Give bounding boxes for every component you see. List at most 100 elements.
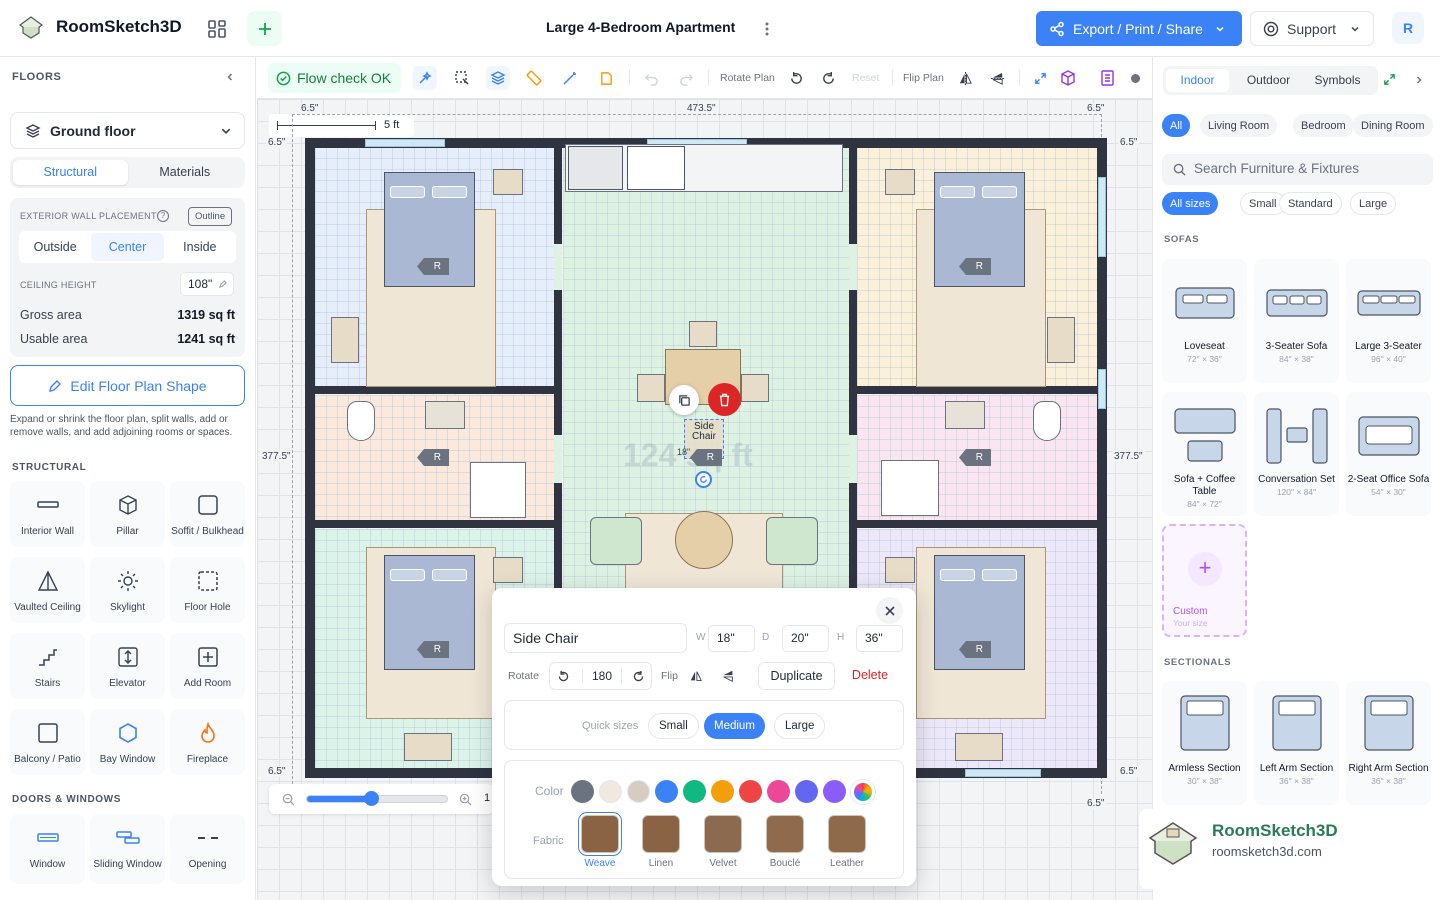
furniture-search[interactable]: Search Furniture & Fixtures [1162, 154, 1433, 185]
door-opening[interactable] [849, 435, 857, 483]
reset-button[interactable]: Reset [852, 72, 879, 84]
furniture-name-input[interactable]: Side Chair [504, 623, 687, 653]
fabric-leather[interactable] [828, 815, 866, 853]
report-button[interactable] [1095, 66, 1119, 90]
tab-outdoor[interactable]: Outdoor [1236, 69, 1301, 92]
delete-handle[interactable] [708, 383, 741, 416]
select-button[interactable] [450, 66, 474, 90]
color-swatch[interactable] [599, 780, 622, 803]
size-filter-all[interactable]: All sizes [1162, 192, 1219, 215]
door-opening[interactable] [849, 244, 857, 292]
sofa-card[interactable]: 2-Seat Office Sofa 54" × 30" [1346, 392, 1431, 516]
size-medium-button[interactable]: Medium [704, 713, 765, 739]
sofa-card[interactable]: Conversation Set 120" × 84" [1254, 392, 1339, 516]
redo-button[interactable] [674, 66, 698, 90]
zoom-slider[interactable] [306, 791, 448, 806]
depth-input[interactable]: 20" [782, 625, 829, 652]
width-input[interactable]: 18" [708, 625, 755, 652]
tool-vaulted-ceiling[interactable]: Vaulted Ceiling [10, 557, 85, 623]
placement-outside[interactable]: Outside [19, 240, 91, 254]
sofa-card[interactable]: Loveseat 72" × 36" [1162, 259, 1247, 383]
color-swatch[interactable] [571, 780, 594, 803]
rotate-value[interactable]: 180 [582, 669, 622, 683]
measure-button[interactable] [522, 66, 546, 90]
tool-bay-window[interactable]: Bay Window [90, 709, 165, 775]
nightstand[interactable] [885, 169, 915, 195]
sectional-card[interactable]: Armless Section 30" × 38" [1162, 681, 1247, 805]
shower[interactable] [881, 460, 939, 516]
tool-stairs[interactable]: Stairs [10, 633, 85, 699]
user-avatar[interactable]: R [1392, 12, 1424, 44]
tool-add-room[interactable]: Add Room [170, 633, 245, 699]
nightstand[interactable] [493, 169, 523, 195]
stove[interactable] [627, 146, 685, 190]
fabric-linen[interactable] [642, 815, 680, 853]
flip-vertical-button[interactable] [985, 66, 1009, 90]
flow-check-badge[interactable]: Flow check OK [268, 63, 401, 93]
zoom-slider-thumb[interactable] [364, 791, 380, 806]
outline-badge[interactable]: Outline [188, 207, 233, 226]
ceiling-height-input[interactable]: 108" [180, 272, 234, 296]
app-logo[interactable]: RoomSketch3D [18, 14, 182, 40]
color-swatch[interactable] [823, 780, 846, 803]
fabric-weave[interactable] [581, 815, 619, 853]
interior-wall[interactable] [857, 520, 1097, 528]
dashboard-button[interactable] [205, 17, 229, 41]
zoom-out-icon[interactable] [282, 793, 295, 806]
dresser[interactable] [1047, 317, 1075, 363]
undo-button[interactable] [639, 66, 663, 90]
delete-button[interactable]: Delete [844, 662, 896, 690]
window[interactable] [965, 769, 1041, 777]
shower[interactable] [470, 462, 526, 518]
tool-elevator[interactable]: Elevator [90, 633, 165, 699]
sectional-card[interactable]: Left Arm Section 36" × 38" [1254, 681, 1339, 805]
size-filter-standard[interactable]: Standard [1279, 192, 1342, 215]
wand-button[interactable] [558, 66, 582, 90]
rotate-handle[interactable] [695, 471, 712, 488]
tool-fireplace[interactable]: Fireplace [170, 709, 245, 775]
color-swatch[interactable] [711, 780, 734, 803]
auto-layout-button[interactable] [413, 66, 437, 90]
window[interactable] [1098, 369, 1106, 409]
floor-select[interactable]: Ground floor [10, 112, 245, 149]
duplicate-handle[interactable] [669, 385, 699, 415]
color-swatch[interactable] [739, 780, 762, 803]
sofa-card[interactable]: Sofa + Coffee Table 84" × 72" [1162, 392, 1247, 516]
expand-icon[interactable] [1383, 73, 1396, 86]
custom-size-card[interactable]: + Custom Your size [1162, 524, 1247, 637]
sofa-card[interactable]: 3-Seater Sofa 84" × 38" [1254, 259, 1339, 383]
dining-chair[interactable] [689, 321, 717, 347]
sink[interactable] [945, 401, 985, 429]
color-swatch[interactable] [655, 780, 678, 803]
height-input[interactable]: 36" [856, 625, 903, 652]
interior-wall[interactable] [857, 386, 1097, 394]
round-coffee-table[interactable] [675, 511, 733, 569]
color-swatch[interactable] [627, 780, 650, 803]
color-swatch[interactable] [795, 780, 818, 803]
fridge[interactable] [568, 146, 623, 190]
edit-floor-plan-button[interactable]: Edit Floor Plan Shape [10, 365, 245, 406]
layers-button[interactable] [486, 66, 510, 90]
category-living-room[interactable]: Living Room [1200, 114, 1278, 137]
category-dining-room[interactable]: Dining Room [1353, 114, 1433, 137]
sectional-card[interactable]: Right Arm Section 36" × 38" [1346, 681, 1431, 805]
tool-balcony[interactable]: Balcony / Patio [10, 709, 85, 775]
new-plan-button[interactable] [247, 11, 282, 46]
tool-sliding-window[interactable]: Sliding Window [90, 814, 165, 884]
support-button[interactable]: Support [1250, 11, 1374, 46]
rotate-left-icon[interactable] [557, 670, 570, 683]
category-bedroom[interactable]: Bedroom [1293, 114, 1354, 137]
nightstand[interactable] [885, 557, 915, 583]
plan-title[interactable]: Large 4-Bedroom Apartment [546, 19, 735, 35]
color-swatch[interactable] [683, 780, 706, 803]
rotate-right-icon[interactable] [632, 670, 645, 683]
flip-vertical-icon[interactable] [721, 669, 735, 683]
fabric-velvet[interactable] [704, 815, 742, 853]
size-filter-large[interactable]: Large [1350, 192, 1397, 215]
tool-skylight[interactable]: Skylight [90, 557, 165, 623]
dresser[interactable] [404, 733, 452, 761]
door-opening[interactable] [554, 435, 562, 483]
zoom-in-icon[interactable] [459, 793, 472, 806]
notes-button[interactable] [594, 66, 618, 90]
size-small-button[interactable]: Small [648, 713, 699, 739]
